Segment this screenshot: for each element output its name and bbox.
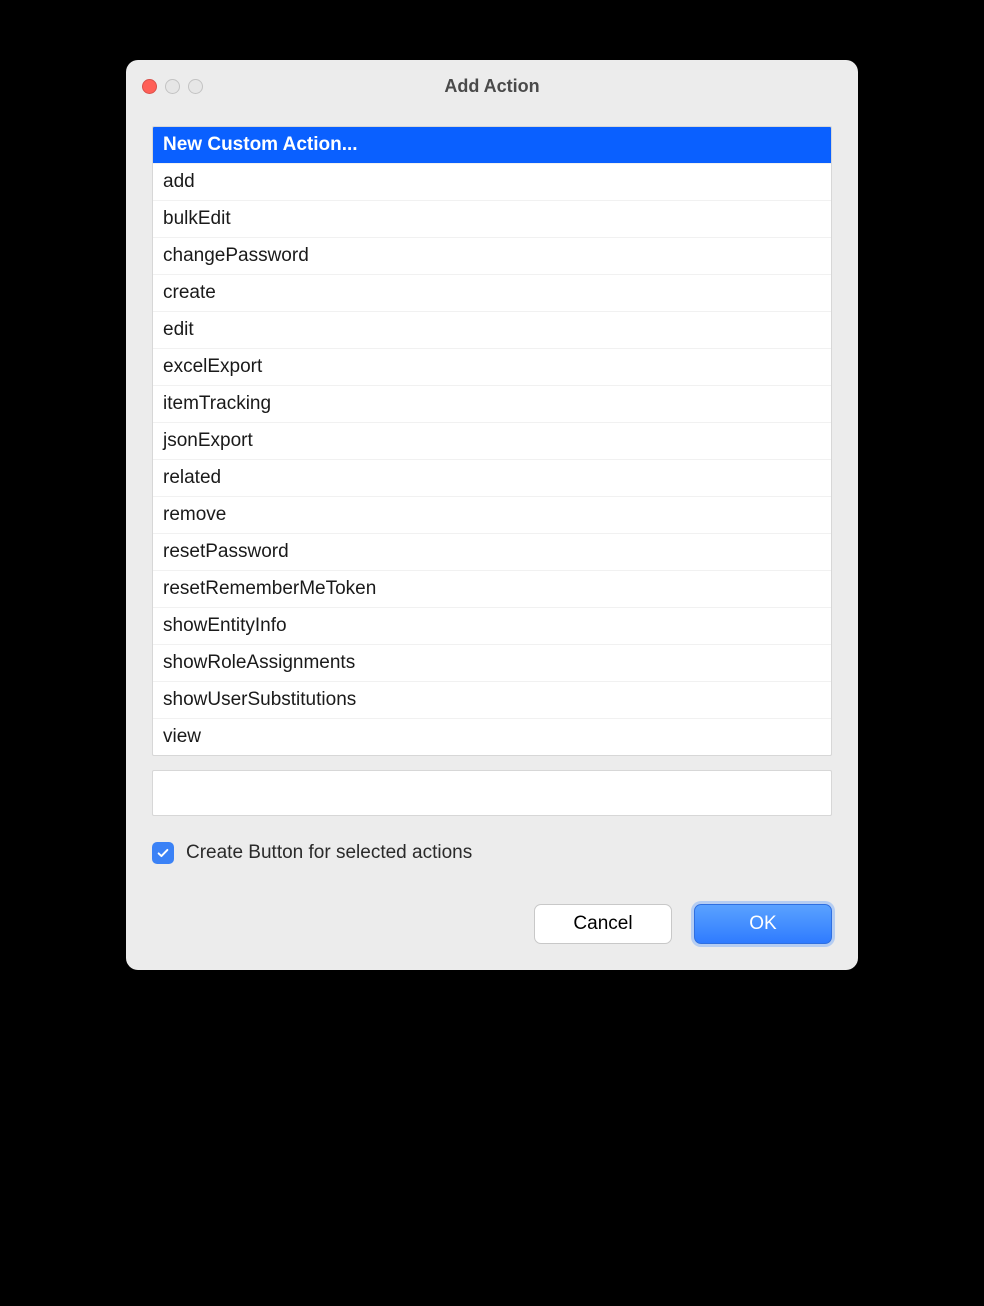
create-button-checkbox-row: Create Button for selected actions [152, 842, 832, 864]
list-item[interactable]: showUserSubstitutions [153, 682, 831, 719]
list-item[interactable]: resetPassword [153, 534, 831, 571]
list-item[interactable]: jsonExport [153, 423, 831, 460]
dialog-content: New Custom Action...addbulkEditchangePas… [126, 112, 858, 970]
list-item[interactable]: create [153, 275, 831, 312]
action-listbox[interactable]: New Custom Action...addbulkEditchangePas… [152, 126, 832, 756]
list-item[interactable]: add [153, 164, 831, 201]
list-item[interactable]: remove [153, 497, 831, 534]
list-item[interactable]: related [153, 460, 831, 497]
list-item[interactable]: edit [153, 312, 831, 349]
ok-button[interactable]: OK [694, 904, 832, 944]
minimize-window-button[interactable] [165, 79, 180, 94]
create-button-checkbox-label: Create Button for selected actions [186, 842, 472, 864]
list-item[interactable]: showEntityInfo [153, 608, 831, 645]
add-action-dialog: Add Action New Custom Action...addbulkEd… [126, 60, 858, 970]
close-window-button[interactable] [142, 79, 157, 94]
filter-input[interactable] [152, 770, 832, 816]
checkmark-icon [156, 846, 170, 860]
list-item[interactable]: New Custom Action... [153, 127, 831, 164]
list-item[interactable]: view [153, 719, 831, 755]
cancel-button[interactable]: Cancel [534, 904, 672, 944]
list-item[interactable]: excelExport [153, 349, 831, 386]
list-item[interactable]: bulkEdit [153, 201, 831, 238]
dialog-title: Add Action [142, 76, 842, 97]
list-item[interactable]: itemTracking [153, 386, 831, 423]
traffic-lights [142, 79, 203, 94]
list-spacer [152, 756, 832, 770]
dialog-button-row: Cancel OK [152, 904, 832, 944]
list-item[interactable]: showRoleAssignments [153, 645, 831, 682]
zoom-window-button[interactable] [188, 79, 203, 94]
titlebar: Add Action [126, 60, 858, 112]
list-item[interactable]: changePassword [153, 238, 831, 275]
create-button-checkbox[interactable] [152, 842, 174, 864]
list-item[interactable]: resetRememberMeToken [153, 571, 831, 608]
